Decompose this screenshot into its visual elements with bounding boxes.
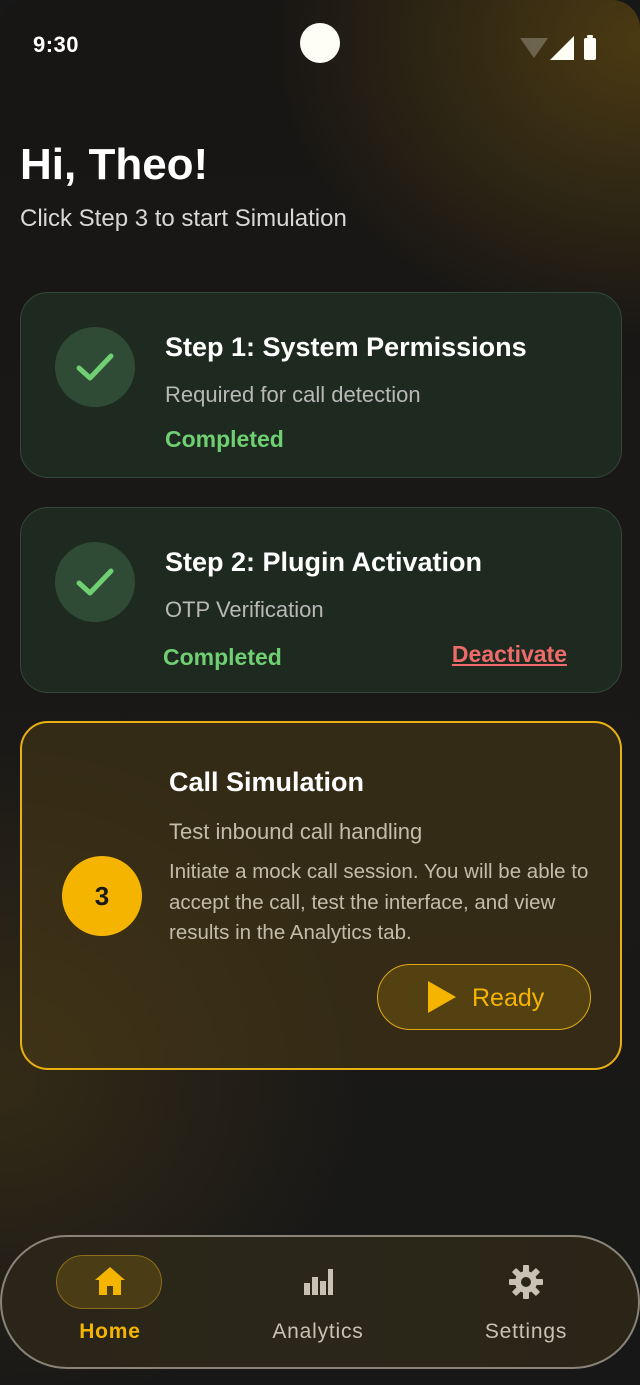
battery-icon xyxy=(584,35,596,60)
ready-button[interactable]: Ready xyxy=(377,964,591,1030)
nav-home[interactable]: Home xyxy=(30,1237,190,1367)
nav-analytics-label: Analytics xyxy=(272,1320,364,1343)
step-1-status: Completed xyxy=(165,426,284,452)
wifi-icon xyxy=(520,38,548,58)
nav-home-label: Home xyxy=(79,1320,141,1343)
step-2-title: Step 2: Plugin Activation xyxy=(165,547,483,577)
call-simulation-card: 3 Call Simulation Test inbound call hand… xyxy=(20,721,622,1070)
step-1-title: Step 1: System Permissions xyxy=(165,332,527,362)
camera-cutout xyxy=(300,23,340,63)
bottom-navigation: Home Analytics Settings xyxy=(0,1235,640,1369)
greeting-title: Hi, Theo! xyxy=(20,140,209,189)
nav-settings[interactable]: Settings xyxy=(446,1237,606,1367)
gear-icon xyxy=(509,1265,543,1299)
nav-analytics[interactable]: Analytics xyxy=(238,1237,398,1367)
greeting-subtitle: Click Step 3 to start Simulation xyxy=(20,205,347,232)
play-icon xyxy=(428,981,456,1013)
signal-icon xyxy=(550,36,574,60)
simulation-subtitle: Test inbound call handling xyxy=(169,819,423,844)
ready-button-label: Ready xyxy=(472,984,545,1012)
analytics-icon xyxy=(304,1269,333,1295)
step-2-status: Completed xyxy=(163,644,282,670)
step-3-badge: 3 xyxy=(62,856,142,936)
step-1-check-icon xyxy=(55,327,135,407)
step-1-description: Required for call detection xyxy=(165,382,421,407)
deactivate-link[interactable]: Deactivate xyxy=(452,641,567,668)
simulation-description: Initiate a mock call session. You will b… xyxy=(169,860,589,944)
nav-settings-label: Settings xyxy=(484,1320,568,1343)
step-2-description: OTP Verification xyxy=(165,597,324,622)
step-2-card[interactable]: Step 2: Plugin Activation OTP Verificati… xyxy=(20,507,622,693)
system-icons xyxy=(520,35,610,62)
step-1-card[interactable]: Step 1: System Permissions Required for … xyxy=(20,292,622,478)
step-2-check-icon xyxy=(55,542,135,622)
status-time: 9:30 xyxy=(33,32,80,57)
simulation-title: Call Simulation xyxy=(169,767,365,797)
home-icon xyxy=(95,1267,125,1295)
status-bar: 9:30 xyxy=(0,0,640,92)
